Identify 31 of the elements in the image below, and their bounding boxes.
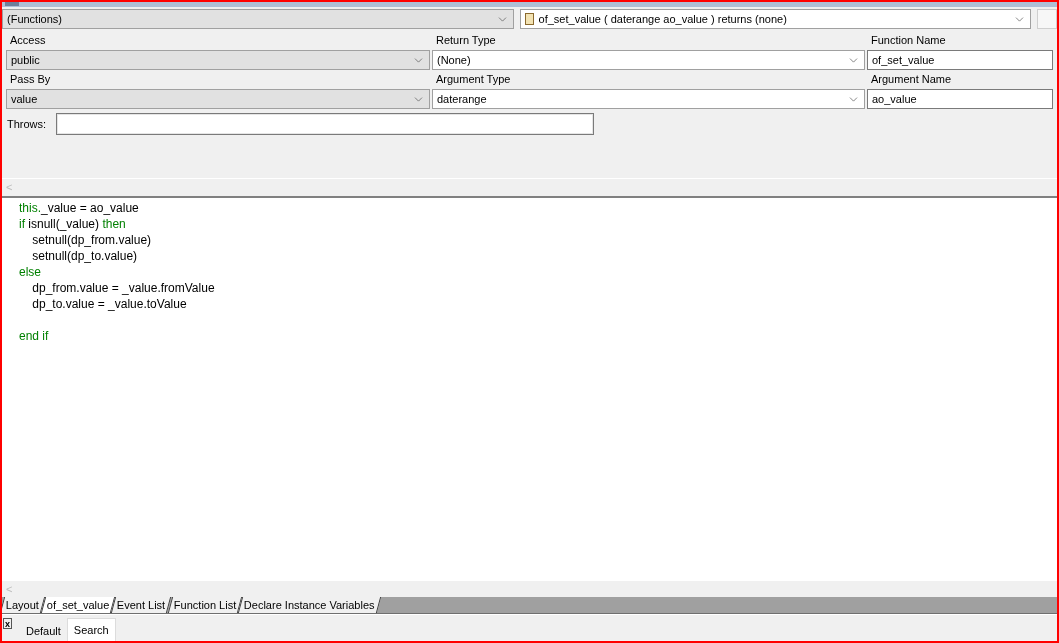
code-line: if isnull(_value) then [19,216,127,232]
dropdown[interactable]: daterange [432,89,865,109]
editor-tab[interactable]: Layout [2,597,46,613]
object-selector[interactable]: (Functions) [2,9,514,29]
editor-tab[interactable]: of_set_value [40,597,116,613]
code-line: end if [19,328,50,344]
code-line: else [19,264,42,280]
code-editor[interactable]: this._value = ao_value if isnull(_value) then setnull(dp_from.value) setnull(dp_to.value) else dp_from.value = _value.fromValue dp_to.value = _value.toValue end if [2,196,1057,581]
field-label: Argument Name [870,72,953,88]
field-label: Return Type [435,33,497,49]
throws-field[interactable] [56,113,595,135]
window-icon [5,2,19,6]
code-line: setnull(dp_from.value) [31,232,153,248]
panel-tab[interactable]: Search [66,618,116,641]
code-line: dp_from.value = _value.fromValue [31,280,216,296]
field-label: Argument Type [435,72,512,88]
editor-tab[interactable]: Function List [167,597,243,613]
field-label: Access [9,33,47,49]
field-label: Throws: [6,116,47,132]
editor-tab[interactable]: Declare Instance Variables [237,597,381,613]
editor-tab[interactable]: Event List [111,597,172,613]
field-label: Pass By [9,72,52,88]
field-label: Function Name [870,33,947,49]
dropdown[interactable]: (None) [432,50,865,70]
code-line: setnull(dp_to.value) [31,248,139,264]
code-line: dp_to.value = _value.toValue [31,296,188,312]
close-button[interactable]: x [3,618,12,629]
code-line: this._value = ao_value [19,200,140,216]
object-selector[interactable]: of_set_value ( daterange ao_value ) returns (none) [519,9,1032,29]
text-field[interactable]: of_set_value [867,50,1053,70]
text-field[interactable]: ao_value [867,89,1053,109]
